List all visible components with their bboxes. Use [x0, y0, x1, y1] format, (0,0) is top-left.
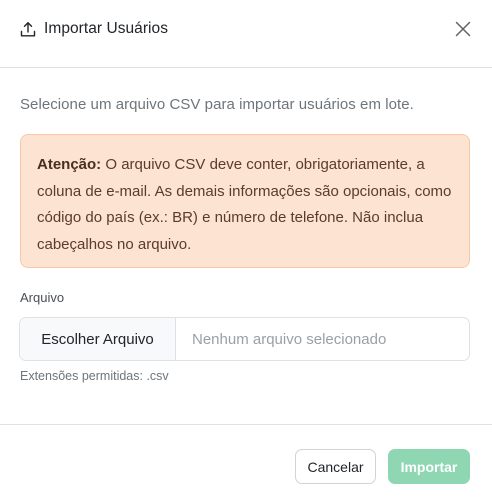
import-users-modal: Importar Usuários Selecione um arquivo C…: [0, 0, 492, 501]
file-field-label: Arquivo: [20, 290, 65, 305]
file-input[interactable]: Escolher Arquivo Nenhum arquivo selecion…: [19, 317, 470, 361]
file-status-text: Nenhum arquivo selecionado: [192, 330, 387, 348]
choose-file-button[interactable]: Escolher Arquivo: [20, 318, 176, 360]
import-button[interactable]: Importar: [388, 449, 470, 484]
cancel-button[interactable]: Cancelar: [295, 449, 376, 484]
modal-header: Importar Usuários: [0, 0, 492, 68]
upload-icon: [20, 21, 36, 38]
warning-alert: Atenção: O arquivo CSV deve conter, obri…: [20, 134, 470, 268]
close-icon: [455, 21, 471, 42]
alert-label: Atenção:: [37, 156, 102, 173]
modal-description: Selecione um arquivo CSV para importar u…: [20, 96, 414, 113]
allowed-extensions-hint: Extensões permitidas: .csv: [20, 369, 169, 383]
modal-title: Importar Usuários: [44, 20, 169, 37]
close-button[interactable]: [448, 16, 478, 46]
